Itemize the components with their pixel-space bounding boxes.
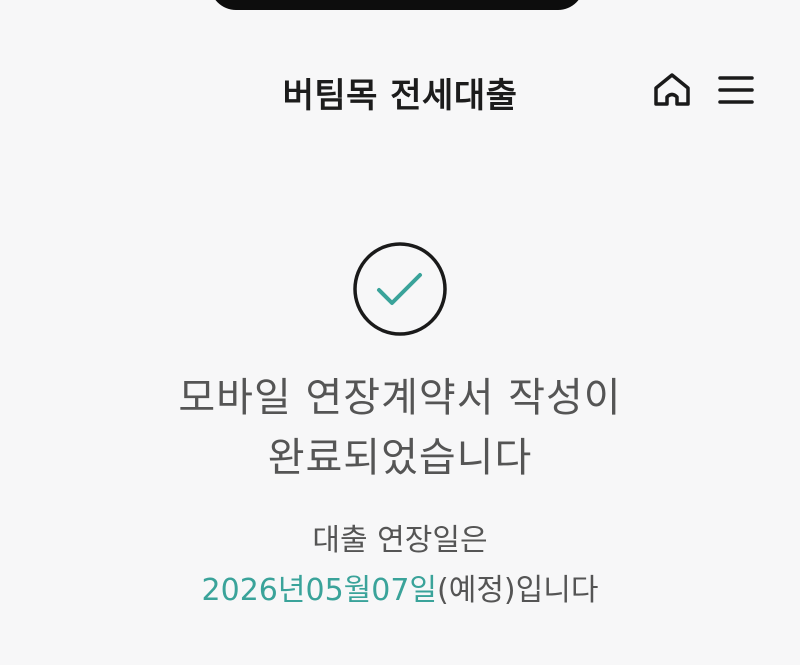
device-notch — [210, 0, 584, 10]
extension-label: 대출 연장일은 — [312, 523, 488, 558]
home-icon — [654, 73, 690, 106]
menu-icon — [718, 76, 754, 104]
extension-date: 2026년05월07일 — [201, 573, 438, 608]
completion-message: 모바일 연장계약서 작성이 완료되었습니다 — [0, 368, 800, 488]
completion-message-line2: 완료되었습니다 — [267, 435, 533, 481]
extension-date-line: 2026년05월07일(예정)입니다 — [0, 565, 800, 609]
menu-button[interactable] — [714, 68, 758, 112]
completion-message-line1: 모바일 연장계약서 작성이 — [178, 375, 622, 421]
completion-screen: 버팀목 전세대출 모바일 연장계약서 작성이 완료되었습니다 대출 연장일은 2… — [0, 0, 800, 665]
extension-date-suffix: (예정)입니다 — [437, 573, 599, 608]
home-button[interactable] — [650, 68, 694, 112]
app-header: 버팀목 전세대출 — [0, 60, 800, 120]
check-circle-icon — [352, 241, 448, 337]
